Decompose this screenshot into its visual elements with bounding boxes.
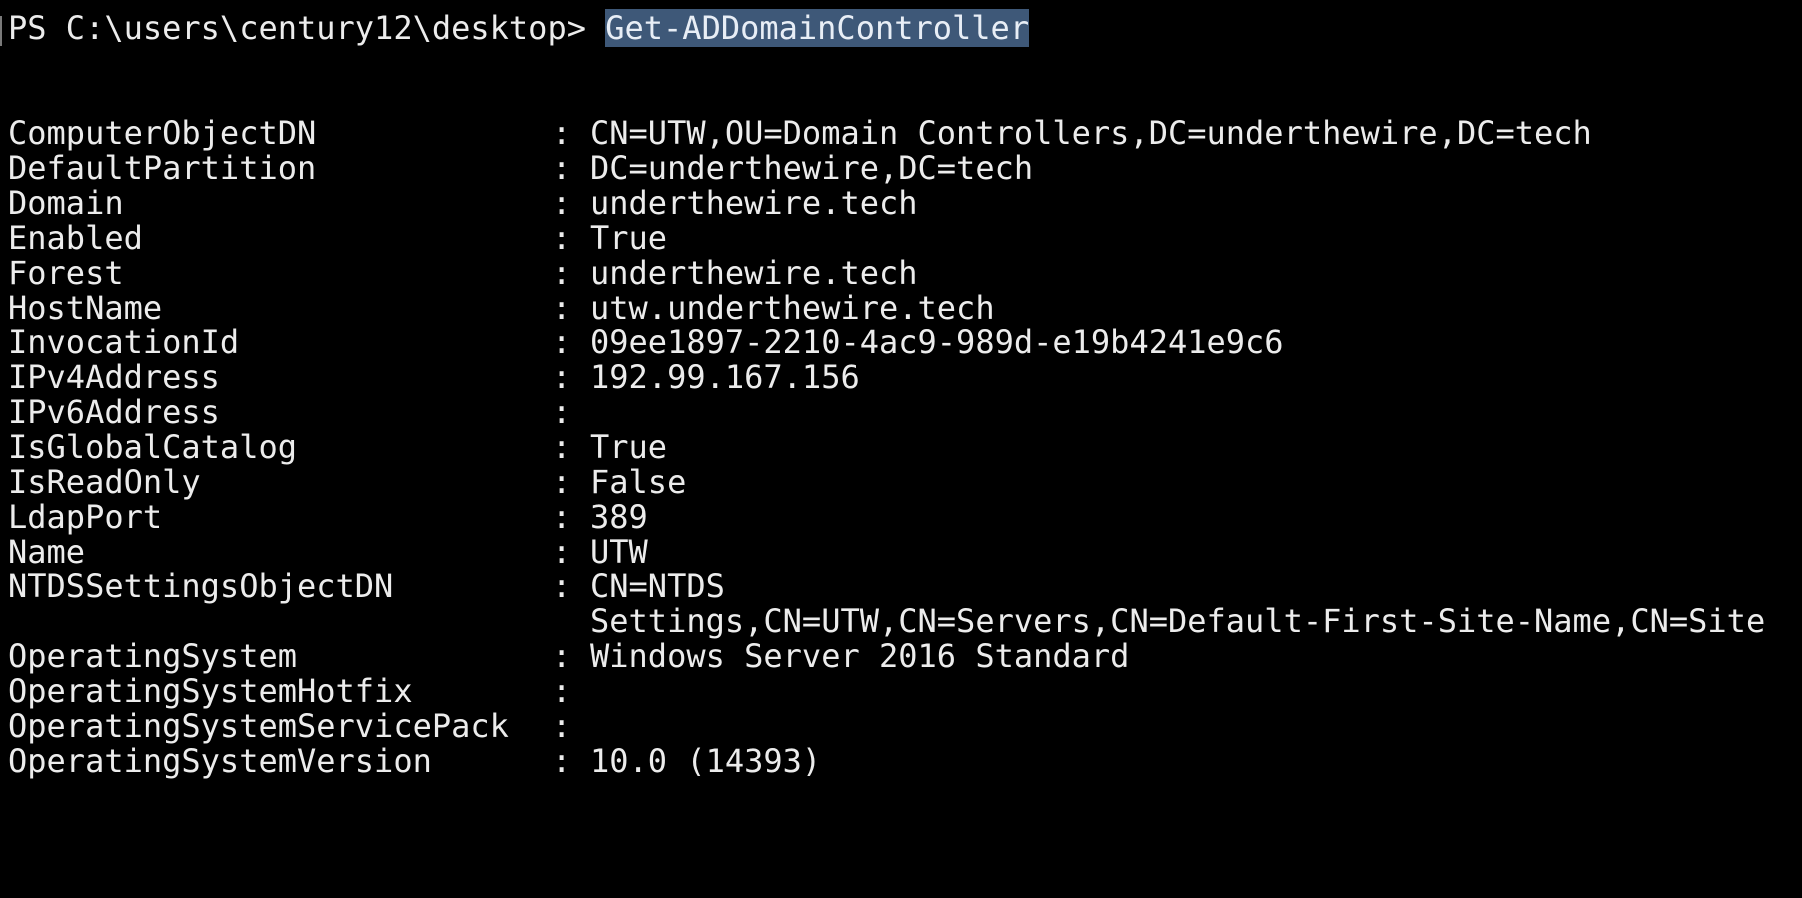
separator: :: [552, 498, 572, 536]
output-row: IsReadOnly: False: [8, 462, 686, 502]
text-cursor: [0, 16, 2, 46]
property-key: Domain: [8, 184, 124, 222]
output-row: IPv4Address:192.99.167.156: [8, 357, 860, 397]
property-key: LdapPort: [8, 498, 163, 536]
output-row: InvocationId:09ee1897-2210-4ac9-989d-e19…: [8, 322, 1284, 362]
property-value: 192.99.167.156: [590, 358, 860, 396]
property-value: underthewire.tech: [590, 184, 918, 222]
property-key: IsReadOnly: [8, 463, 201, 501]
separator: :: [552, 114, 572, 152]
property-value-continuation: Settings,CN=UTW,CN=Servers,CN=Default-Fi…: [590, 602, 1766, 640]
property-value: Windows Server 2016 Standard: [590, 637, 1130, 675]
property-key: OperatingSystem: [8, 637, 297, 675]
separator: :: [552, 567, 572, 605]
property-key: OperatingSystemServicePack: [8, 707, 509, 745]
output-row: LdapPort:389: [8, 497, 648, 537]
output-row: OperatingSystem: Windows Server 2016 Stan…: [8, 636, 1129, 676]
property-key: OperatingSystemHotfix: [8, 672, 413, 710]
output-row: Forest: underthewire.tech: [8, 253, 918, 293]
separator: :: [552, 393, 572, 431]
property-value: False: [590, 463, 687, 501]
output-continuation-row: Settings,CN=UTW,CN=Servers,CN=Default-Fi…: [8, 601, 1765, 641]
property-value: 09ee1897-2210-4ac9-989d-e19b4241e9c6: [590, 323, 1284, 361]
separator: :: [552, 637, 572, 675]
terminal-window[interactable]: PS C:\users\century12\desktop> Get-ADDom…: [0, 0, 1802, 898]
output-row: OperatingSystemServicePack:: [8, 706, 590, 746]
property-value: 389: [590, 498, 648, 536]
separator: :: [552, 358, 572, 396]
selected-command[interactable]: Get-ADDomainController: [605, 9, 1030, 47]
output-row: Domain: underthewire.tech: [8, 183, 918, 223]
output-row: IPv6Address:: [8, 392, 590, 432]
property-key: OperatingSystemVersion: [8, 742, 432, 780]
separator: :: [552, 219, 572, 257]
separator: :: [552, 463, 572, 501]
property-value: DC=underthewire,DC=tech: [590, 149, 1034, 187]
property-key: InvocationId: [8, 323, 240, 361]
property-key: IPv4Address: [8, 358, 220, 396]
separator: :: [552, 707, 572, 745]
property-value: True: [590, 428, 668, 466]
separator: :: [552, 184, 572, 222]
output-row: Enabled: True: [8, 218, 667, 258]
output-row: IsGlobalCatalog: True: [8, 427, 667, 467]
output-row: OperatingSystemVersion:10.0 (14393): [8, 741, 821, 781]
property-key: ComputerObjectDN: [8, 114, 317, 152]
property-value: 10.0 (14393): [590, 742, 822, 780]
separator: :: [552, 428, 572, 466]
property-value: CN=NTDS: [590, 567, 725, 605]
prompt-line: PS C:\users\century12\desktop> Get-ADDom…: [8, 8, 1030, 48]
property-key: Forest: [8, 254, 124, 292]
property-key: IsGlobalCatalog: [8, 428, 297, 466]
separator: :: [552, 672, 572, 710]
output-row: NTDSSettingsObjectDN: CN=NTDS: [8, 566, 725, 606]
output-row: OperatingSystemHotfix:: [8, 671, 590, 711]
separator: :: [552, 323, 572, 361]
property-key: DefaultPartition: [8, 149, 317, 187]
property-key: NTDSSettingsObjectDN: [8, 567, 394, 605]
property-key: Enabled: [8, 219, 143, 257]
separator: :: [552, 742, 572, 780]
separator: :: [552, 254, 572, 292]
output-row: DefaultPartition: DC=underthewire,DC=tech: [8, 148, 1033, 188]
prompt-text: PS C:\users\century12\desktop>: [8, 9, 606, 47]
property-key: IPv6Address: [8, 393, 220, 431]
output-row: ComputerObjectDN: CN=UTW,OU=Domain Contro…: [8, 113, 1592, 153]
property-value: CN=UTW,OU=Domain Controllers,DC=underthe…: [590, 114, 1592, 152]
property-value: underthewire.tech: [590, 254, 918, 292]
separator: :: [552, 149, 572, 187]
property-value: True: [590, 219, 668, 257]
